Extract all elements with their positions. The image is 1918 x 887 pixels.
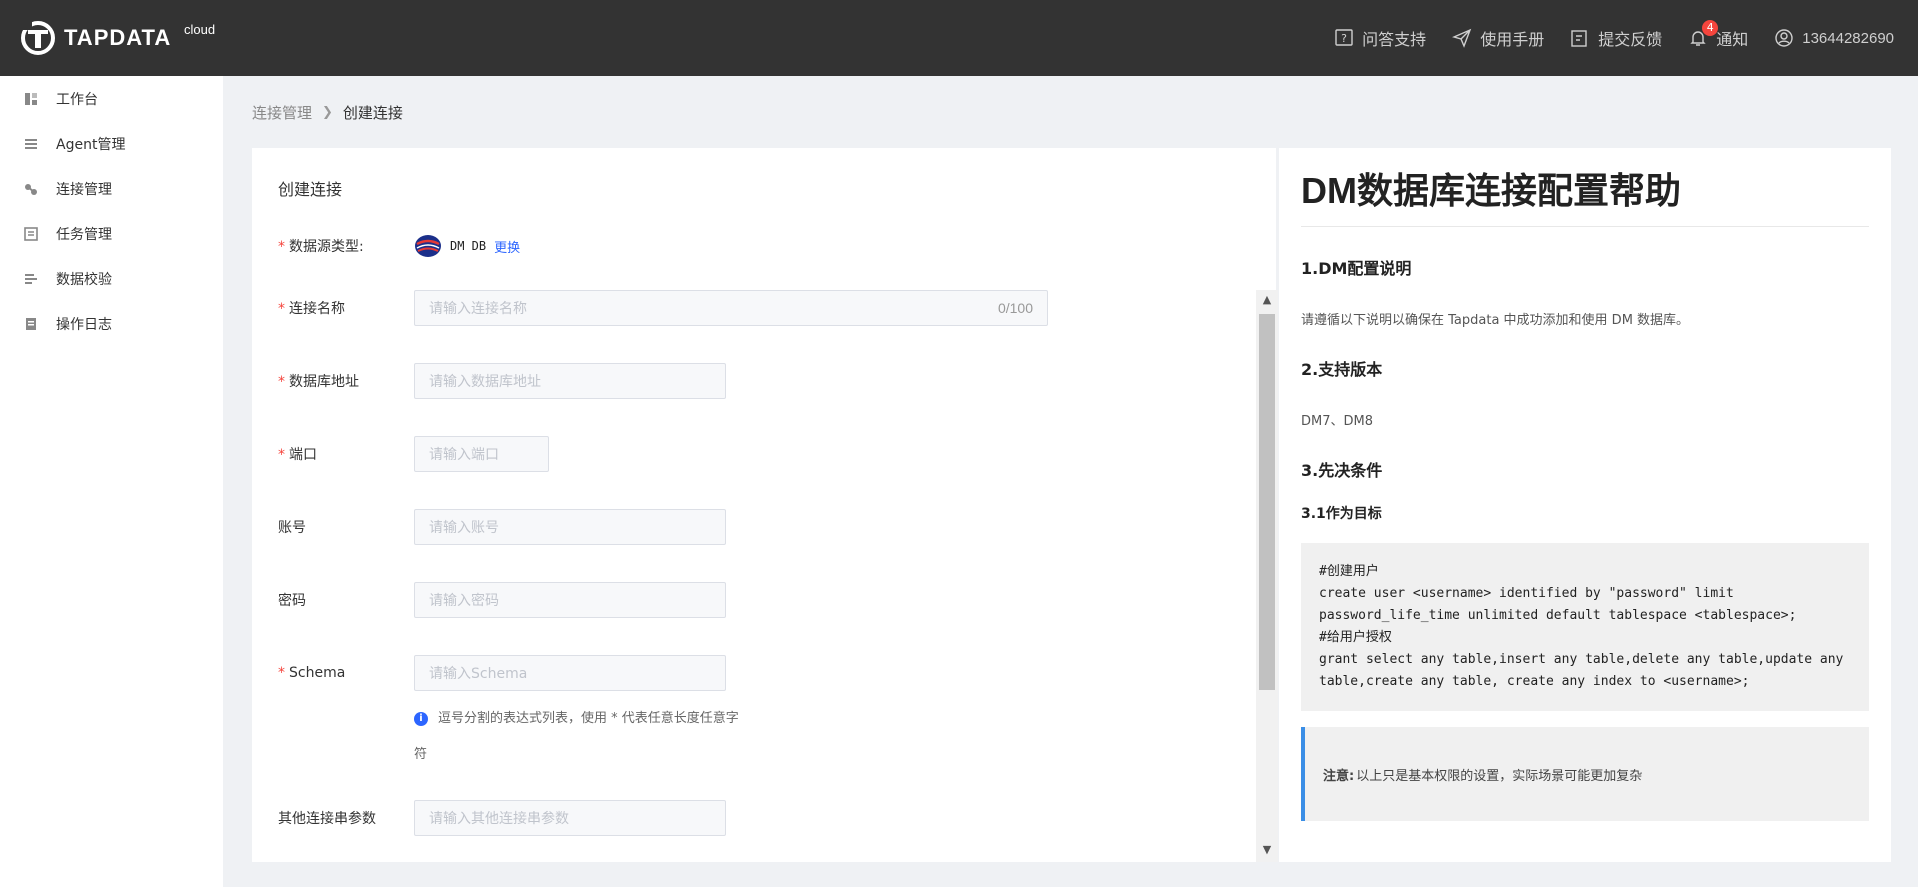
schema-input[interactable]: 请输入Schema [414, 655, 726, 691]
scrollbar-thumb[interactable] [1259, 314, 1275, 690]
password-input[interactable]: 请输入密码 [414, 582, 726, 618]
breadcrumb-current: 创建连接 [342, 104, 403, 122]
logo-superscript: cloud [184, 22, 216, 37]
port-row: * 端口 请输入端口 [278, 436, 549, 472]
extra-params-row: 其他连接串参数 请输入其他连接串参数 [278, 800, 726, 836]
schema-label: * Schema [278, 665, 346, 681]
sidebar-item-label: 任务管理 [56, 226, 112, 243]
help-section-3-title: 3.先决条件 [1301, 461, 1383, 480]
sidebar-item-logs[interactable]: 操作日志 [0, 301, 223, 346]
sidebar-item-connections[interactable]: 连接管理 [0, 166, 223, 211]
header-nav: ? 问答支持 使用手册 提交反馈 4 通知 13644282690 [1334, 20, 1894, 50]
help-section-2-title: 2.支持版本 [1301, 360, 1383, 379]
link-icon [25, 183, 37, 195]
tapdata-logo-icon [20, 20, 55, 55]
connection-name-row: * 连接名称 请输入连接名称 0/100 [278, 290, 1048, 326]
nav-feedback[interactable]: 提交反馈 [1570, 26, 1662, 50]
task-icon [24, 226, 38, 241]
edit-icon [1571, 30, 1587, 47]
port-input[interactable]: 请输入端口 [414, 436, 549, 472]
info-icon: i [414, 711, 428, 726]
db-address-row: * 数据库地址 请输入数据库地址 [278, 363, 726, 399]
sidebar-item-label: 数据校验 [56, 271, 112, 288]
help-section-1-text: 请遵循以下说明以确保在 Tapdata 中成功添加和使用 DM 数据库。 [1301, 313, 1690, 328]
nav-notifications[interactable]: 4 通知 [1688, 20, 1749, 50]
create-connection-form: 创建连接 * 数据源类型: DM DB 更换 * 连接名称 请输入连接名称 0/10… [252, 148, 1276, 862]
sidebar-item-label: Agent管理 [56, 136, 126, 153]
paper-plane-icon [1452, 28, 1472, 48]
change-datasource-link[interactable]: 更换 [494, 237, 520, 256]
nav-label: 使用手册 [1480, 30, 1545, 49]
help-section-2-text: DM7、DM8 [1301, 414, 1373, 429]
form-scrollbar[interactable]: ▲ ▼ [1256, 290, 1278, 862]
nav-label: 问答支持 [1362, 30, 1427, 49]
help-panel: DM数据库连接配置帮助 1.DM配置说明 请遵循以下说明以确保在 Tapdata… [1279, 148, 1891, 862]
sidebar-item-label: 操作日志 [56, 316, 112, 333]
help-section-3-1-title: 3.1作为目标 [1301, 506, 1382, 522]
extra-params-input[interactable]: 请输入其他连接串参数 [414, 800, 726, 836]
password-row: 密码 请输入密码 [278, 582, 726, 618]
breadcrumb: 连接管理 ❯ 创建连接 [252, 102, 403, 123]
nav-label: 通知 [1716, 30, 1749, 49]
sql-code-block: #创建用户 create user <username> identified … [1301, 543, 1869, 711]
sidebar-item-tasks[interactable]: 任务管理 [0, 211, 223, 256]
note-label: 注意: [1323, 768, 1355, 784]
sidebar: 工作台 Agent管理 连接管理 任务管理 数据校验 操作日志 [0, 76, 223, 887]
account-input[interactable]: 请输入账号 [414, 509, 726, 545]
connection-name-input[interactable]: 请输入连接名称 0/100 [414, 290, 1048, 326]
schema-hint: i 逗号分割的表达式列表，使用 * 代表任意长度任意字符 [414, 711, 739, 762]
sidebar-item-workbench[interactable]: 工作台 [0, 76, 223, 121]
chevron-right-icon: ❯ [322, 105, 333, 120]
user-phone: 13644282690 [1802, 29, 1894, 47]
list-icon [25, 138, 37, 149]
question-icon: ? [1335, 29, 1353, 46]
nav-label: 提交反馈 [1598, 30, 1663, 49]
help-section-1-title: 1.DM配置说明 [1301, 259, 1412, 278]
sidebar-item-label: 连接管理 [56, 181, 112, 198]
sidebar-item-label: 工作台 [56, 91, 98, 108]
datasource-type-row: * 数据源类型: DM DB 更换 [278, 234, 520, 258]
chevron-down-icon[interactable]: ▼ [1261, 844, 1273, 856]
dashboard-icon [25, 92, 37, 105]
help-title: DM数据库连接配置帮助 [1301, 162, 1869, 227]
user-icon [1775, 29, 1793, 47]
svg-text:?: ? [1341, 32, 1347, 45]
sidebar-item-verify[interactable]: 数据校验 [0, 256, 223, 301]
note-text: 以上只是基本权限的设置，实际场景可能更加复杂 [1356, 768, 1643, 784]
nav-qa-support[interactable]: ? 问答支持 [1334, 26, 1426, 50]
db-address-label: * 数据库地址 [278, 374, 359, 390]
logo-text: TAPDATA [64, 25, 172, 50]
password-label: 密码 [278, 593, 306, 609]
datasource-name: DM DB [450, 239, 487, 253]
db-address-input[interactable]: 请输入数据库地址 [414, 363, 726, 399]
schema-row: * Schema 请输入Schema [278, 655, 726, 691]
datasource-type-label: * 数据源类型: [278, 239, 364, 255]
nav-manual[interactable]: 使用手册 [1452, 26, 1544, 50]
extra-params-label: 其他连接串参数 [278, 811, 376, 827]
datasource-type-value: DM DB 更换 [414, 234, 520, 258]
top-navbar: TAPDATA cloud ? 问答支持 使用手册 提交反馈 4 通知 1364… [0, 0, 1918, 76]
help-note: 注意: 以上只是基本权限的设置，实际场景可能更加复杂 [1301, 727, 1869, 821]
account-label: 账号 [278, 520, 306, 536]
chevron-up-icon[interactable]: ▲ [1261, 294, 1273, 306]
form-title: 创建连接 [278, 180, 343, 199]
log-icon [26, 317, 36, 330]
port-label: * 端口 [278, 447, 317, 463]
dm-db-logo-icon [415, 235, 441, 257]
nav-user[interactable]: 13644282690 [1774, 28, 1894, 48]
verify-icon [25, 273, 37, 284]
breadcrumb-parent[interactable]: 连接管理 [252, 102, 312, 123]
sidebar-item-agent[interactable]: Agent管理 [0, 121, 223, 166]
account-row: 账号 请输入账号 [278, 509, 726, 545]
char-counter: 0/100 [997, 300, 1033, 316]
connection-name-label: * 连接名称 [278, 301, 345, 317]
logo[interactable]: TAPDATA cloud [20, 20, 215, 56]
